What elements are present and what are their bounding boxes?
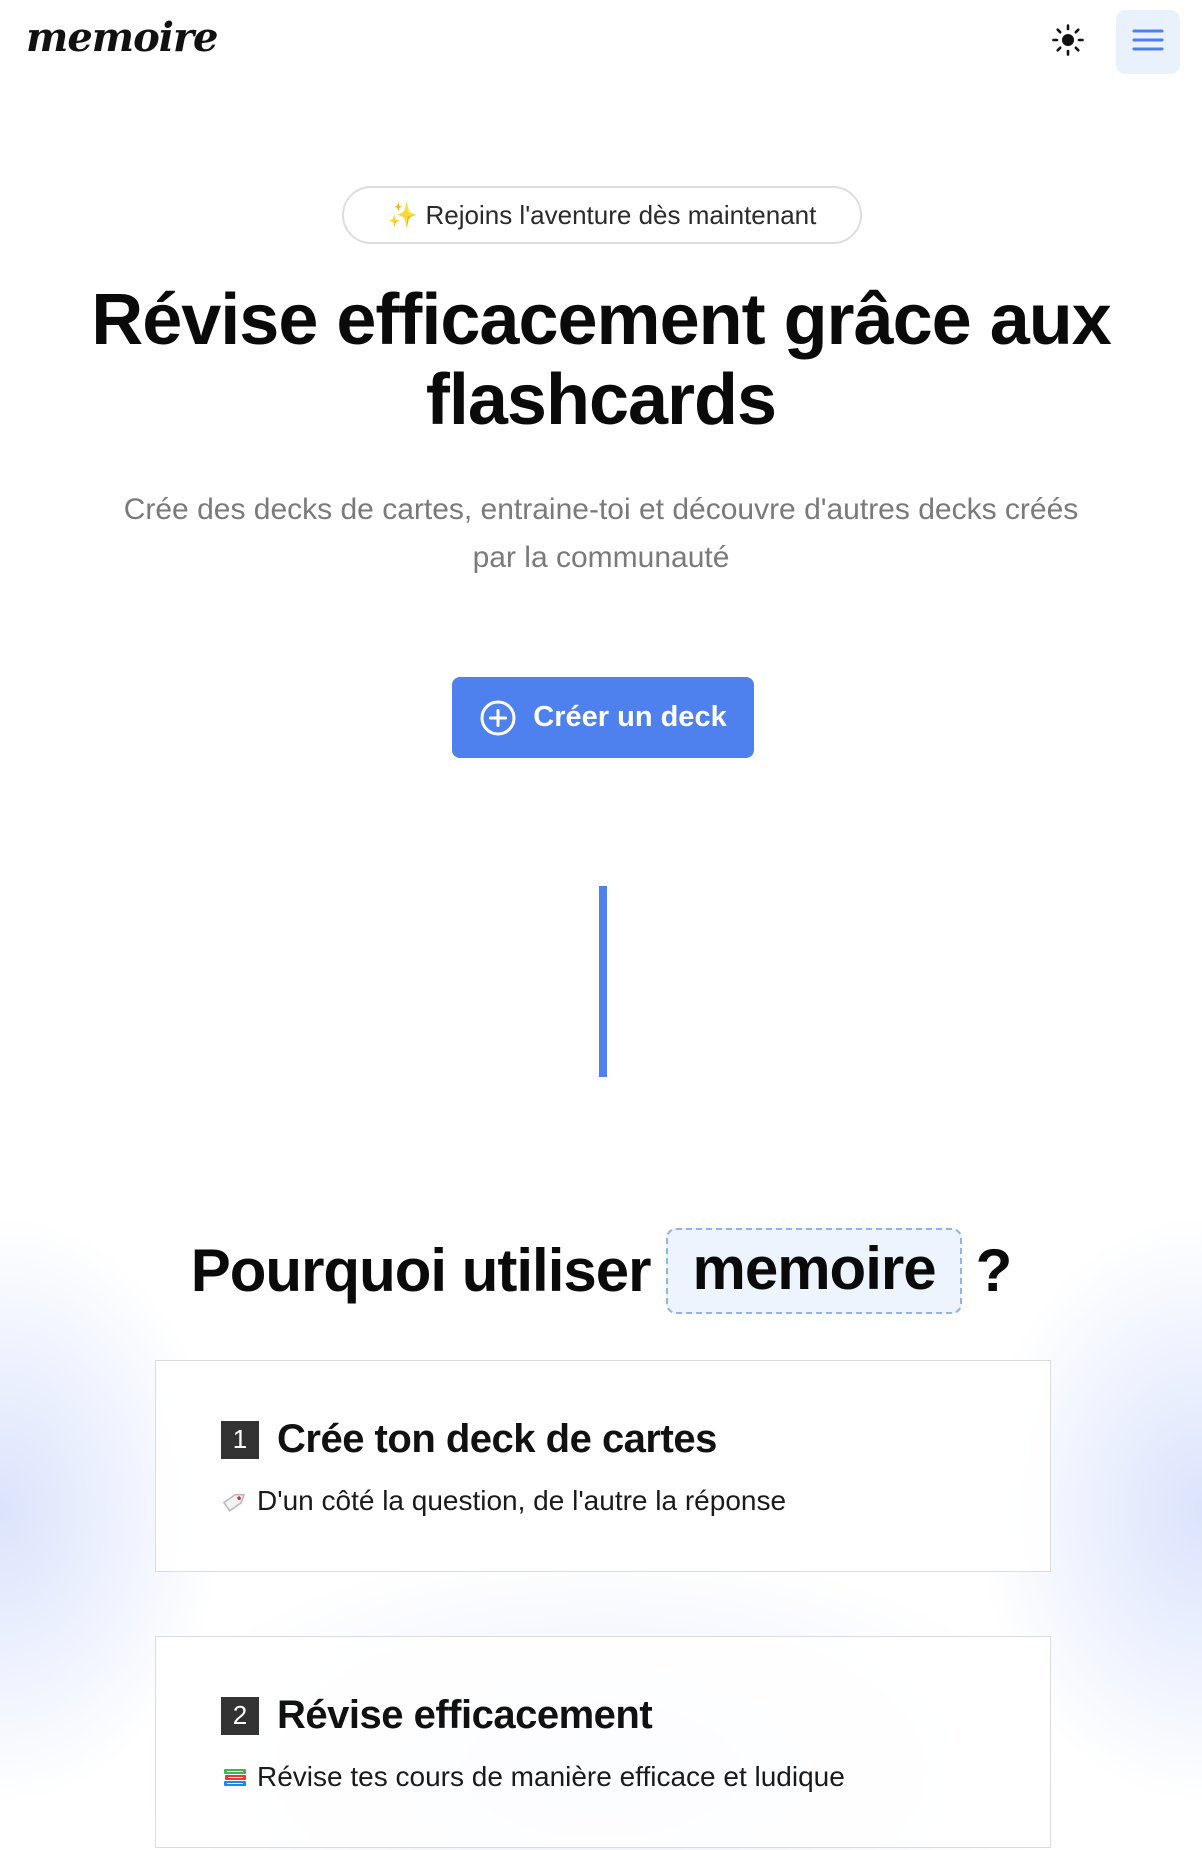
create-deck-label: Créer un deck (533, 701, 727, 733)
feature-title: Crée ton deck de cartes (277, 1417, 717, 1461)
why-section-title: Pourquoi utiliser memoire ? (0, 1227, 1202, 1314)
feature-card-revise: 2 Révise efficacement Révise tes cours d… (155, 1636, 1051, 1848)
menu-button[interactable] (1116, 10, 1180, 74)
create-deck-button[interactable]: Créer un deck (452, 677, 754, 758)
feature-description: D'un côté la question, de l'autre la rép… (257, 1485, 787, 1516)
site-header: memoire (0, 0, 1202, 84)
feature-number-badge: 1 (221, 1420, 259, 1459)
feature-title: Révise efficacement (277, 1693, 653, 1737)
feature-card-header: 1 Crée ton deck de cartes (221, 1417, 717, 1462)
why-title-prefix: Pourquoi utiliser (190, 1237, 652, 1305)
sparkles-icon: ✨ (387, 201, 418, 229)
plus-circle-icon (479, 699, 517, 737)
vertical-accent-bar (599, 886, 607, 1077)
feature-number-badge: 2 (221, 1696, 259, 1735)
feature-card-header: 2 Révise efficacement (221, 1693, 653, 1738)
why-title-suffix: ? (975, 1237, 1013, 1305)
feature-card-create-deck: 1 Crée ton deck de cartes D'un côté la q… (155, 1360, 1051, 1572)
theme-toggle-button[interactable] (1046, 20, 1090, 64)
books-icon (221, 1763, 249, 1791)
hero-title: Révise efficacement grâce aux flashcards (91, 280, 1112, 440)
feature-description-row: D'un côté la question, de l'autre la rép… (221, 1485, 786, 1517)
sun-icon (1051, 23, 1085, 62)
feature-description: Révise tes cours de manière efficace et … (257, 1761, 845, 1792)
join-adventure-text: Rejoins l'aventure dès maintenant (425, 199, 817, 230)
hamburger-menu-icon (1132, 28, 1164, 57)
join-adventure-badge[interactable]: ✨ Rejoins l'aventure dès maintenant (342, 186, 862, 244)
feature-description-row: Révise tes cours de manière efficace et … (221, 1761, 845, 1793)
logo[interactable]: memoire (26, 14, 218, 61)
brand-chip: memoire (666, 1227, 962, 1314)
label-tag-icon (221, 1487, 249, 1515)
hero-subtitle: Crée des decks de cartes, entraine-toi e… (123, 493, 1079, 574)
